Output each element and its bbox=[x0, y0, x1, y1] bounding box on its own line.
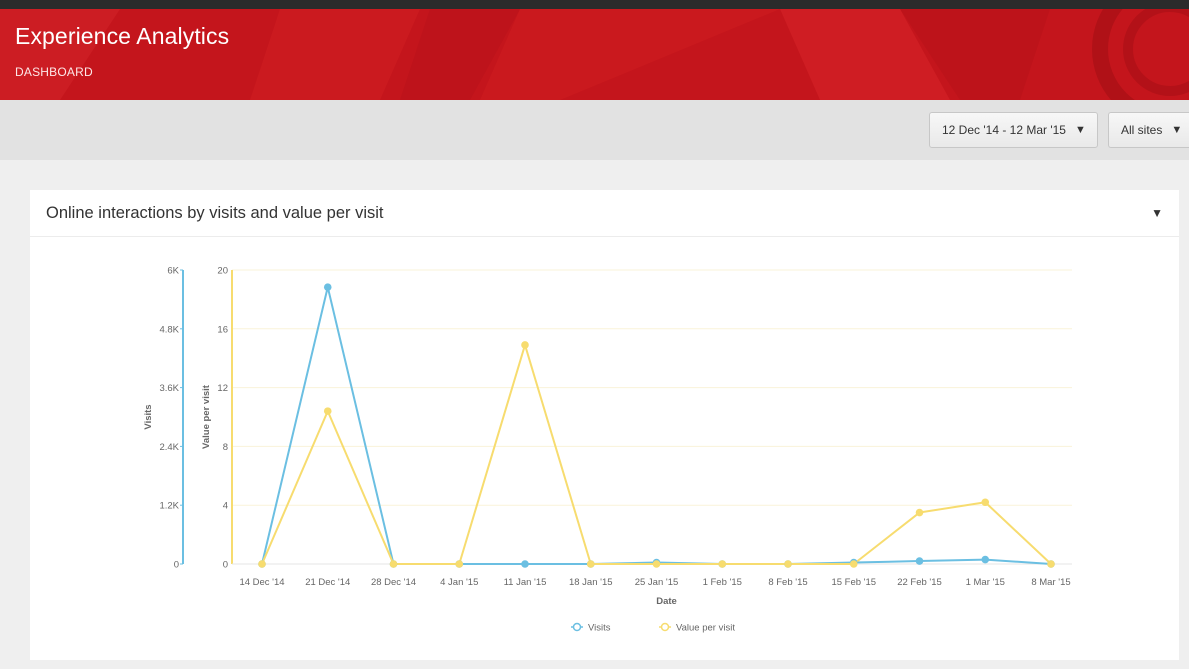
value-per-visit-series-line bbox=[261, 343, 1052, 565]
section-subtitle[interactable]: DASHBOARD bbox=[15, 65, 93, 79]
x-tick-label: 22 Feb '15 bbox=[897, 577, 942, 588]
chevron-down-icon: ▼ bbox=[1171, 124, 1183, 136]
visits-data-point bbox=[521, 560, 529, 568]
sites-dropdown[interactable]: All sites ▼ bbox=[1108, 112, 1189, 148]
legend-visits-marker bbox=[572, 622, 582, 632]
value-per-visit-data-point bbox=[258, 560, 266, 568]
visits-tick-label: 3.6K bbox=[159, 383, 179, 394]
value-per-visit-data-point bbox=[784, 560, 792, 568]
value-tick-label: 16 bbox=[217, 324, 228, 335]
top-bar bbox=[0, 0, 1189, 9]
visits-data-point bbox=[981, 555, 990, 564]
filter-toolbar: 12 Dec '14 - 12 Mar '15 ▼ All sites ▼ bbox=[0, 100, 1189, 160]
value-per-visit-data-point bbox=[718, 560, 727, 568]
value-tick-label: 20 bbox=[217, 266, 228, 277]
value-per-visit-data-point bbox=[915, 508, 924, 517]
value-per-visit-data-point bbox=[389, 560, 398, 568]
value-per-visit-data-point bbox=[521, 341, 529, 349]
legend-value-label: Value per visit bbox=[676, 623, 735, 634]
value-per-visit-data-point bbox=[981, 498, 990, 507]
x-tick-label: 1 Feb '15 bbox=[703, 577, 742, 588]
visits-tick-label: 4.8K bbox=[159, 324, 179, 335]
value-per-visit-data-point bbox=[652, 560, 661, 568]
x-tick-label: 8 Mar '15 bbox=[1031, 577, 1070, 588]
value-per-visit-data-point bbox=[455, 560, 464, 568]
x-tick-label: 4 Jan '15 bbox=[440, 577, 478, 588]
value-tick-label: 4 bbox=[223, 501, 228, 512]
visits-tick-label: 0 bbox=[174, 560, 179, 571]
x-tick-label: 11 Jan '15 bbox=[504, 577, 547, 588]
legend-visits-label: Visits bbox=[588, 623, 611, 634]
x-tick-label: 8 Feb '15 bbox=[768, 577, 807, 588]
visits-data-point bbox=[323, 283, 332, 291]
value-per-visit-data-point bbox=[586, 560, 595, 568]
date-range-dropdown[interactable]: 12 Dec '14 - 12 Mar '15 ▼ bbox=[929, 112, 1098, 148]
app-header: Experience Analytics DASHBOARD bbox=[0, 9, 1189, 100]
value-per-visit-data-point bbox=[1047, 560, 1055, 568]
value-axis-label: Value per visit bbox=[201, 384, 212, 449]
visits-tick-label: 1.2K bbox=[159, 501, 179, 512]
visits-data-point bbox=[915, 557, 924, 565]
line-chart: 0 1.2K 2.4K 3.6K 4.8K 6K Visits 0 4 8 12 16 20 Value … bbox=[143, 266, 1072, 634]
x-axis-label: Date bbox=[656, 596, 677, 607]
chevron-down-icon: ▼ bbox=[1074, 124, 1086, 136]
date-range-value: 12 Dec '14 - 12 Mar '15 bbox=[942, 123, 1066, 137]
visits-tick-label: 6K bbox=[167, 266, 179, 277]
value-tick-label: 0 bbox=[223, 560, 228, 571]
visits-axis-label: Visits bbox=[143, 404, 154, 429]
value-tick-label: 12 bbox=[217, 383, 228, 394]
x-tick-label: 18 Jan '15 bbox=[569, 577, 613, 588]
x-tick-label: 21 Dec '14 bbox=[305, 577, 350, 588]
x-tick-label: 28 Dec '14 bbox=[371, 577, 416, 588]
visits-tick-label: 2.4K bbox=[159, 442, 179, 453]
value-per-visit-data-point bbox=[323, 407, 332, 415]
legend-value-marker bbox=[660, 622, 670, 632]
app-title: Experience Analytics bbox=[15, 23, 230, 49]
x-tick-label: 15 Feb '15 bbox=[831, 577, 876, 588]
sites-value: All sites bbox=[1121, 123, 1163, 137]
x-tick-label: 14 Dec '14 bbox=[239, 577, 284, 588]
x-tick-label: 1 Mar '15 bbox=[966, 577, 1005, 588]
value-per-visit-data-point bbox=[849, 560, 858, 568]
x-tick-label: 25 Jan '15 bbox=[635, 577, 679, 588]
value-tick-label: 8 bbox=[223, 442, 228, 453]
